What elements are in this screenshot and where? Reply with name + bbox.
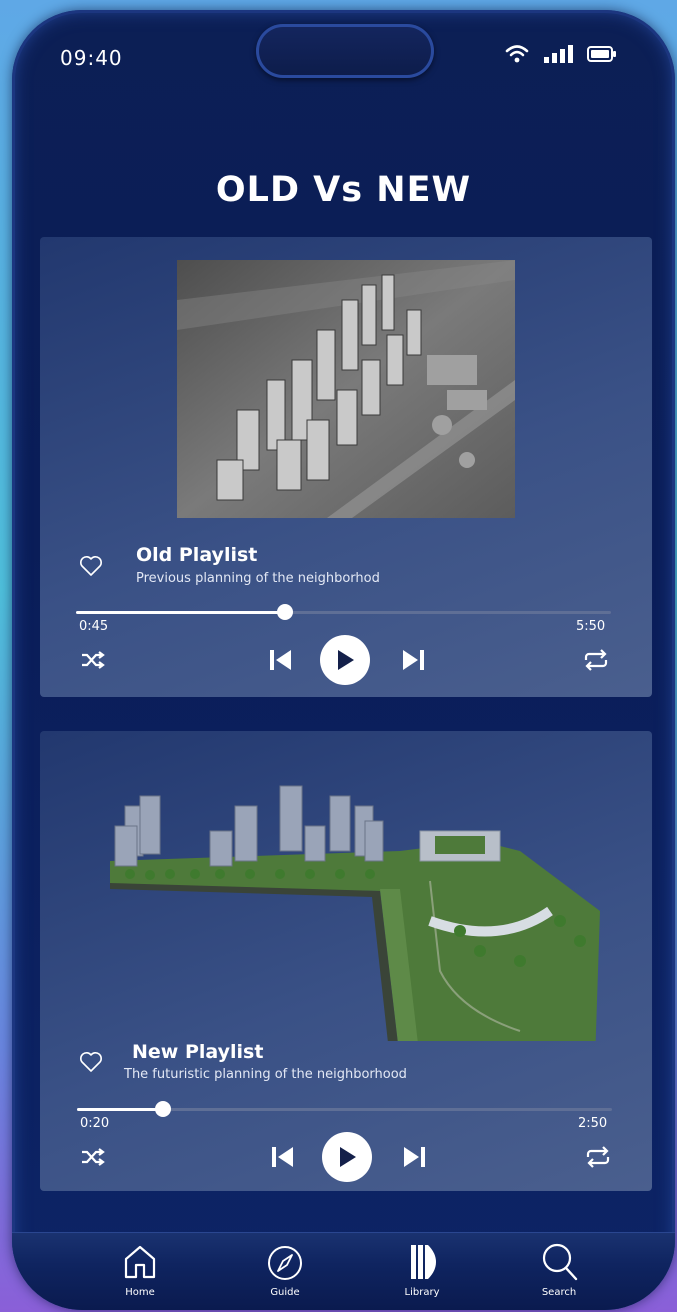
repeat-icon[interactable]	[585, 1146, 611, 1168]
repeat-icon[interactable]	[583, 649, 609, 671]
playlist-title: Old Playlist	[136, 544, 258, 566]
home-icon	[124, 1245, 156, 1279]
progress-knob[interactable]	[276, 604, 293, 620]
wifi-icon	[505, 45, 529, 63]
play-button[interactable]	[320, 635, 370, 685]
nav-label-library: Library	[404, 1287, 440, 1298]
next-icon[interactable]	[401, 649, 425, 671]
new-playlist-card: New Playlist The futuristic planning of …	[40, 731, 652, 1191]
progress-bar[interactable]	[76, 604, 611, 620]
play-icon	[340, 1147, 356, 1167]
elapsed-time: 0:20	[80, 1116, 110, 1131]
nav-home[interactable]: Home	[100, 1241, 180, 1298]
status-time: 09:40	[60, 46, 123, 70]
new-playlist-artwork	[110, 785, 600, 1041]
nav-library[interactable]: Library	[382, 1241, 462, 1298]
favorite-heart-icon[interactable]	[79, 1051, 103, 1073]
search-icon	[542, 1243, 578, 1281]
elapsed-time: 0:45	[79, 619, 109, 634]
previous-icon[interactable]	[271, 1146, 295, 1168]
playlist-subtitle: Previous planning of the neighborhod	[136, 571, 380, 586]
bottom-nav: Home Guide Library Search	[12, 1232, 675, 1310]
play-icon	[338, 650, 354, 670]
total-duration: 5:50	[576, 619, 606, 634]
signal-icon	[544, 45, 573, 63]
total-duration: 2:50	[578, 1116, 608, 1131]
favorite-heart-icon[interactable]	[79, 555, 103, 577]
library-icon	[411, 1245, 436, 1279]
status-icons	[505, 44, 617, 64]
playlist-subtitle: The futuristic planning of the neighborh…	[124, 1067, 407, 1082]
progress-fill	[77, 1108, 163, 1111]
dynamic-island	[256, 24, 434, 78]
nav-search[interactable]: Search	[519, 1241, 599, 1298]
phone-frame: 09:40 OLD Vs NEW Old Playlist Previous p…	[12, 10, 675, 1310]
nav-guide[interactable]: Guide	[245, 1241, 325, 1298]
old-playlist-artwork	[177, 260, 515, 518]
page-title: OLD Vs NEW	[215, 170, 472, 210]
play-button[interactable]	[322, 1132, 372, 1182]
shuffle-icon[interactable]	[80, 650, 106, 670]
progress-knob[interactable]	[154, 1101, 171, 1117]
playlist-title: New Playlist	[132, 1041, 264, 1063]
next-icon[interactable]	[402, 1146, 426, 1168]
compass-icon	[268, 1246, 302, 1280]
progress-bar[interactable]	[77, 1101, 612, 1117]
nav-label-home: Home	[125, 1287, 155, 1298]
old-playlist-card: Old Playlist Previous planning of the ne…	[40, 237, 652, 697]
progress-fill	[76, 611, 285, 614]
nav-label-guide: Guide	[270, 1287, 300, 1298]
shuffle-icon[interactable]	[80, 1147, 106, 1167]
nav-label-search: Search	[541, 1287, 577, 1298]
previous-icon[interactable]	[269, 649, 293, 671]
battery-icon	[587, 46, 616, 62]
